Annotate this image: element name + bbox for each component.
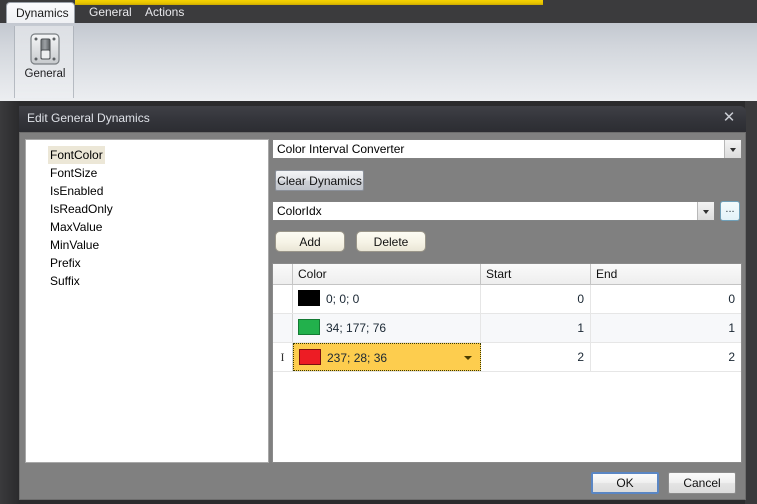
- delete-button[interactable]: Delete: [356, 231, 426, 252]
- dialog-body: FontColor FontSize IsEnabled IsReadOnly …: [19, 132, 746, 500]
- grid-header-end[interactable]: End: [591, 264, 741, 284]
- list-item: MinValue: [26, 236, 268, 254]
- source-combo[interactable]: ColorIdx: [272, 201, 715, 221]
- close-icon[interactable]: ✕: [720, 109, 738, 127]
- color-swatch: [299, 349, 321, 365]
- converter-combo[interactable]: Color Interval Converter: [272, 139, 742, 159]
- list-item: FontColor: [26, 146, 268, 164]
- source-combo-value: ColorIdx: [277, 204, 322, 218]
- grid-header-row: Color Start End: [273, 264, 741, 285]
- clear-dynamics-button[interactable]: Clear Dynamics: [275, 170, 364, 191]
- property-list[interactable]: FontColor FontSize IsEnabled IsReadOnly …: [25, 139, 269, 463]
- tab-general[interactable]: General: [80, 2, 136, 23]
- list-item: Prefix: [26, 254, 268, 272]
- add-button[interactable]: Add: [275, 231, 345, 252]
- row-indicator[interactable]: I: [273, 343, 293, 371]
- ribbon-body: General: [0, 23, 757, 124]
- text-cursor-icon: I: [280, 350, 285, 364]
- grid-header-start[interactable]: Start: [481, 264, 591, 284]
- list-item: IsReadOnly: [26, 200, 268, 218]
- cell-start[interactable]: 0: [481, 285, 591, 313]
- list-item: FontSize: [26, 164, 268, 182]
- cell-color[interactable]: 34; 177; 76: [293, 314, 481, 342]
- cell-start[interactable]: 1: [481, 314, 591, 342]
- ribbon-group-general: General: [14, 26, 74, 98]
- cell-color-text: 34; 177; 76: [326, 321, 387, 335]
- list-item-maxvalue[interactable]: MaxValue: [48, 218, 104, 236]
- ribbon-tab-strip: Dynamics General Actions: [0, 0, 757, 24]
- ok-button[interactable]: OK: [591, 472, 659, 494]
- tab-general-label: General: [89, 5, 132, 19]
- dialog-title-bar[interactable]: Edit General Dynamics ✕: [19, 106, 746, 132]
- list-item-fontsize[interactable]: FontSize: [48, 164, 99, 182]
- list-item-isenabled[interactable]: IsEnabled: [48, 182, 105, 200]
- list-item: Suffix: [26, 272, 268, 290]
- converter-combo-value: Color Interval Converter: [277, 142, 405, 156]
- ribbon: Dynamics General Actions General: [0, 0, 757, 124]
- list-item-prefix[interactable]: Prefix: [48, 254, 83, 272]
- list-item-suffix[interactable]: Suffix: [48, 272, 82, 290]
- application-window: Dynamics General Actions General Edit Ge…: [0, 0, 757, 504]
- list-item: IsEnabled: [26, 182, 268, 200]
- cell-end[interactable]: 1: [591, 314, 741, 342]
- cell-color[interactable]: 0; 0; 0: [293, 285, 481, 313]
- browse-button[interactable]: ...: [720, 201, 740, 221]
- table-row[interactable]: 0; 0; 0 0 0: [273, 285, 741, 314]
- cell-start[interactable]: 2: [481, 343, 591, 371]
- dialog-title: Edit General Dynamics: [27, 111, 150, 125]
- color-interval-grid[interactable]: Color Start End 0; 0; 0 0 0 34; 177; 76 …: [272, 263, 742, 463]
- grid-header-color[interactable]: Color: [293, 264, 481, 284]
- workspace-right-edge: [745, 101, 757, 504]
- tab-actions[interactable]: Actions: [136, 2, 192, 23]
- tab-actions-label: Actions: [145, 5, 185, 19]
- cell-color-text: 0; 0; 0: [326, 292, 360, 306]
- list-item-isreadonly[interactable]: IsReadOnly: [48, 200, 115, 218]
- row-indicator[interactable]: [273, 314, 293, 342]
- cell-color-editing[interactable]: 237; 28; 36: [293, 343, 481, 371]
- list-item-minvalue[interactable]: MinValue: [48, 236, 101, 254]
- cell-end[interactable]: 2: [591, 343, 741, 371]
- edit-general-dynamics-dialog: Edit General Dynamics ✕ FontColor FontSi…: [19, 106, 746, 500]
- tab-dynamics-label: Dynamics: [16, 6, 69, 20]
- row-indicator[interactable]: [273, 285, 293, 313]
- ribbon-button-general[interactable]: General: [15, 28, 75, 94]
- dynamics-editor-panel: Color Interval Converter Clear Dynamics …: [272, 139, 742, 463]
- color-swatch: [298, 290, 320, 306]
- tab-dynamics[interactable]: Dynamics: [6, 2, 75, 24]
- workspace-left-edge: [0, 101, 20, 504]
- color-swatch: [298, 319, 320, 335]
- table-row[interactable]: 34; 177; 76 1 1: [273, 314, 741, 343]
- toggle-switch-icon: [28, 32, 62, 66]
- cell-end[interactable]: 0: [591, 285, 741, 313]
- chevron-down-icon[interactable]: [464, 356, 472, 360]
- grid-header-rowindicator: [273, 264, 293, 284]
- list-item: MaxValue: [26, 218, 268, 236]
- chevron-down-icon[interactable]: [724, 140, 741, 158]
- chevron-down-icon[interactable]: [697, 202, 714, 220]
- table-row[interactable]: I 237; 28; 36 2 2: [273, 343, 741, 372]
- cell-color-text: 237; 28; 36: [327, 351, 388, 365]
- list-item-fontcolor[interactable]: FontColor: [48, 146, 105, 164]
- ribbon-button-general-label: General: [24, 68, 66, 80]
- cancel-button[interactable]: Cancel: [668, 472, 736, 494]
